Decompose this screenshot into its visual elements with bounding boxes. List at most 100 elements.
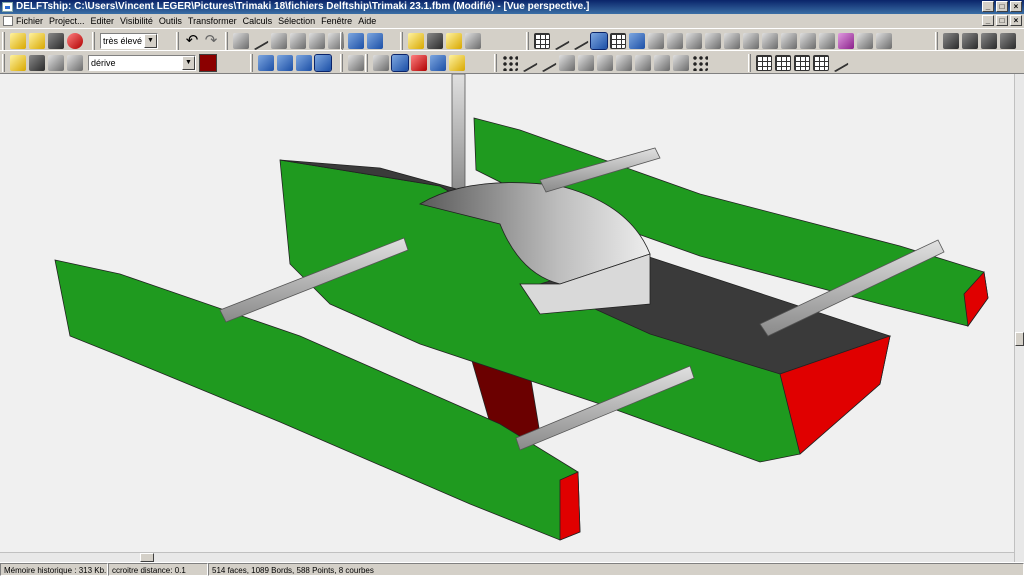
zoom-extents-icon[interactable]	[348, 55, 364, 71]
toolbar-grip[interactable]	[365, 54, 368, 72]
face-mirror-icon[interactable]	[578, 55, 594, 71]
toolbar-grip[interactable]	[494, 54, 497, 72]
shade-curvature-map-icon[interactable]	[449, 55, 465, 71]
toolbar-grip[interactable]	[748, 54, 751, 72]
toolbar-grip[interactable]	[176, 32, 179, 50]
save-icon[interactable]	[48, 33, 64, 49]
shade-flat-icon[interactable]	[962, 33, 978, 49]
show-normals-icon[interactable]	[705, 33, 721, 49]
shade-gouraud-icon[interactable]	[391, 54, 409, 72]
child-minimize-button[interactable]: _	[982, 15, 994, 26]
scroll-thumb[interactable]	[1015, 332, 1024, 346]
menu-project[interactable]: Project...	[49, 14, 91, 28]
show-zebra-icon[interactable]	[838, 33, 854, 49]
undo-icon[interactable]: ↶	[184, 33, 200, 49]
document-icon[interactable]	[3, 16, 13, 26]
show-design-icon[interactable]	[819, 33, 835, 49]
shade-wireframe-icon[interactable]	[943, 33, 959, 49]
toolbar-grip[interactable]	[526, 32, 529, 50]
minimize-button[interactable]: _	[982, 1, 994, 12]
layer-list-icon[interactable]	[48, 55, 64, 71]
view-body-icon[interactable]	[258, 55, 274, 71]
show-control-curves-icon[interactable]	[800, 33, 816, 49]
surface-split-icon[interactable]	[367, 33, 383, 49]
toolbar-grip[interactable]	[2, 54, 5, 72]
menu-visibilite[interactable]: Visibilité	[120, 14, 159, 28]
mirror-icon[interactable]	[290, 33, 306, 49]
menu-selection[interactable]: Sélection	[278, 14, 321, 28]
new-file-icon[interactable]	[10, 33, 26, 49]
toolbar-grip[interactable]	[92, 32, 95, 50]
show-lines-icon[interactable]	[857, 33, 873, 49]
menu-transformer[interactable]: Transformer	[188, 14, 243, 28]
menu-aide[interactable]: Aide	[358, 14, 382, 28]
show-buttocks-icon[interactable]	[571, 35, 589, 51]
layer-new-icon[interactable]	[427, 33, 443, 49]
delete-icon[interactable]	[233, 33, 249, 49]
menu-fenetre[interactable]: Fenêtre	[321, 14, 358, 28]
point-unlock-icon[interactable]	[654, 55, 670, 71]
shade-smooth-icon[interactable]	[981, 33, 997, 49]
view-profile-icon[interactable]	[277, 55, 293, 71]
toolbar-grip[interactable]	[400, 32, 403, 50]
view-perspective-icon[interactable]	[314, 54, 332, 72]
collapse-icon[interactable]	[309, 33, 325, 49]
child-maximize-button[interactable]: □	[996, 15, 1008, 26]
face-new-icon[interactable]	[559, 55, 575, 71]
delftship-logo-icon[interactable]	[67, 33, 83, 49]
layer-delete-icon[interactable]	[465, 33, 481, 49]
edge-split-icon[interactable]	[539, 57, 557, 73]
shade-zebra-icon[interactable]	[430, 55, 446, 71]
hull-model-render[interactable]	[0, 74, 1014, 562]
select-edges-icon[interactable]	[794, 55, 810, 71]
point-add-icon[interactable]	[502, 55, 518, 71]
perspective-viewport[interactable]	[0, 74, 1014, 562]
show-markers-icon[interactable]	[667, 33, 683, 49]
point-icon[interactable]	[271, 33, 287, 49]
show-stations-icon[interactable]	[552, 35, 570, 51]
layer-tools-icon[interactable]	[29, 55, 45, 71]
show-points-icon[interactable]	[762, 33, 778, 49]
layer-intersections-icon[interactable]	[67, 55, 83, 71]
layer-select[interactable]: dérive ▼	[88, 55, 196, 71]
vertical-scrollbar[interactable]	[1014, 74, 1024, 562]
show-curvature-icon[interactable]	[686, 33, 702, 49]
menu-outils[interactable]: Outils	[159, 14, 188, 28]
point-collapse-icon[interactable]	[692, 55, 708, 71]
redo-icon[interactable]: ↷	[203, 33, 219, 49]
show-hydrostatics-icon[interactable]	[724, 33, 740, 49]
layer-edit-icon[interactable]	[10, 55, 26, 71]
scroll-thumb[interactable]	[140, 553, 154, 562]
child-close-button[interactable]: ×	[1010, 15, 1022, 26]
layer-properties-icon[interactable]	[408, 33, 424, 49]
layer-color-swatch[interactable]	[199, 54, 217, 72]
select-faces-icon[interactable]	[775, 55, 791, 71]
chevron-down-icon[interactable]: ▼	[182, 56, 195, 70]
select-points-icon[interactable]	[813, 55, 829, 71]
open-folder-icon[interactable]	[29, 33, 45, 49]
menu-editer[interactable]: Editer	[91, 14, 121, 28]
curve-icon[interactable]	[251, 35, 269, 51]
point-unlock-all-icon[interactable]	[673, 55, 689, 71]
surface-icon[interactable]	[348, 33, 364, 49]
show-waterlines-icon[interactable]	[590, 32, 608, 50]
mast[interactable]	[451, 74, 466, 195]
show-diagonals-icon[interactable]	[629, 33, 645, 49]
maximize-button[interactable]: □	[996, 1, 1008, 12]
view-plan-icon[interactable]	[296, 55, 312, 71]
toolbar-grip[interactable]	[340, 32, 343, 50]
shade-curvature-icon[interactable]	[1000, 33, 1016, 49]
show-hull-icon[interactable]	[876, 33, 892, 49]
show-interior-edges-icon[interactable]	[743, 33, 759, 49]
layer-visibility-icon[interactable]	[446, 33, 462, 49]
shade-developable-icon[interactable]	[411, 55, 427, 71]
menu-fichier[interactable]: Fichier	[16, 14, 49, 28]
select-all-icon[interactable]	[756, 55, 772, 71]
face-flip-icon[interactable]	[597, 55, 613, 71]
toolbar-grip[interactable]	[935, 32, 938, 50]
point-lock-icon[interactable]	[635, 55, 651, 71]
menu-calculs[interactable]: Calculs	[243, 14, 279, 28]
close-button[interactable]: ×	[1010, 1, 1022, 12]
show-flowlines-icon[interactable]	[648, 33, 664, 49]
toolbar-grip[interactable]	[225, 32, 228, 50]
